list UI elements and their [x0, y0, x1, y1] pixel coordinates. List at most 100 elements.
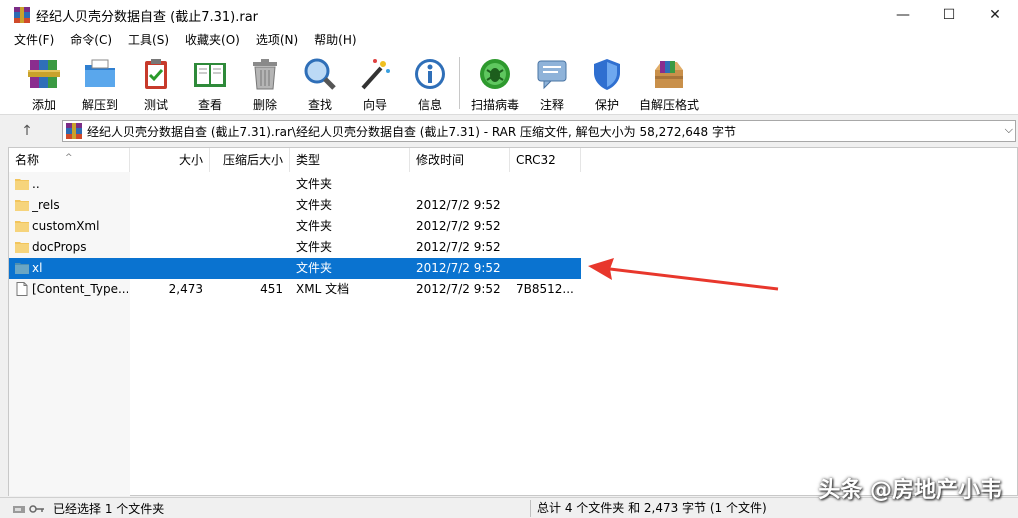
- file-crc32: 7B8512...: [516, 282, 574, 296]
- winrar-app-icon: [14, 7, 30, 23]
- minimize-button[interactable]: —: [880, 0, 926, 30]
- file-packed-size: [210, 216, 283, 237]
- file-size: [130, 258, 203, 279]
- file-crc32: [516, 216, 580, 237]
- wizard-button[interactable]: 向导: [347, 53, 403, 113]
- folder-icon: [15, 219, 29, 233]
- address-field[interactable]: 经纪人贝壳分数据自查 (截止7.31).rar\经纪人贝壳分数据自查 (截止7.…: [62, 120, 1016, 142]
- file-name: xl: [32, 261, 43, 275]
- column-header-crc32[interactable]: CRC32: [510, 148, 581, 172]
- protect-button-label: 保护: [594, 98, 619, 112]
- file-row[interactable]: _rels 文件夹 2012/7/2 9:52: [9, 195, 581, 216]
- file-size: 2,473: [168, 282, 203, 296]
- wizard-wand-icon: [357, 55, 393, 93]
- column-header-type[interactable]: 类型: [290, 148, 410, 172]
- file-name: customXml: [32, 219, 100, 233]
- delete-button-label: 删除: [252, 98, 277, 112]
- comment-button-label: 注释: [539, 98, 564, 112]
- column-header-name[interactable]: 名称 ^: [9, 148, 130, 172]
- menu-options[interactable]: 选项(N): [248, 30, 306, 51]
- status-divider: [530, 500, 531, 517]
- file-crc32: [516, 237, 580, 258]
- file-packed-size: 451: [260, 282, 283, 296]
- file-size: [130, 195, 203, 216]
- up-folder-button[interactable]: ↑: [14, 121, 40, 141]
- protect-button[interactable]: 保护: [579, 53, 635, 113]
- address-path: 经纪人贝壳分数据自查 (截止7.31).rar\经纪人贝壳分数据自查 (截止7.…: [87, 124, 737, 139]
- file-name: docProps: [32, 240, 87, 254]
- sfx-box-icon: [651, 55, 687, 93]
- file-size: [130, 216, 203, 237]
- arrow-up-icon: ↑: [21, 123, 33, 139]
- menu-file[interactable]: 文件(F): [6, 30, 62, 51]
- maximize-button[interactable]: ☐: [926, 0, 972, 30]
- folder-icon: [15, 240, 29, 254]
- add-button-label: 添加: [31, 98, 56, 112]
- total-status: 总计 4 个文件夹 和 2,473 字节 (1 个文件): [537, 501, 767, 515]
- file-modified: 2012/7/2 9:52: [416, 219, 501, 233]
- disk-icon: [13, 505, 25, 513]
- find-magnifier-icon: [302, 55, 338, 93]
- comment-button[interactable]: 注释: [524, 53, 580, 113]
- file-type: XML 文档: [296, 282, 350, 296]
- file-type: 文件夹: [296, 177, 333, 191]
- file-packed-size: [210, 195, 283, 216]
- file-modified: 2012/7/2 9:52: [416, 240, 501, 254]
- trash-bin-icon: [247, 55, 283, 93]
- delete-button[interactable]: 删除: [237, 53, 293, 113]
- test-button[interactable]: 测试: [128, 53, 184, 113]
- maximize-icon: ☐: [942, 7, 956, 23]
- add-archive-icon: [26, 55, 62, 93]
- extract-to-folder-icon: [82, 55, 118, 93]
- comment-icon: [534, 55, 570, 93]
- file-type: 文件夹: [296, 261, 333, 275]
- extract-to-button[interactable]: 解压到: [72, 53, 128, 113]
- file-row[interactable]: .. 文件夹: [9, 174, 581, 195]
- add-button[interactable]: 添加: [16, 53, 72, 113]
- menu-tools[interactable]: 工具(S): [120, 30, 177, 51]
- wizard-button-label: 向导: [362, 98, 387, 112]
- menu-help[interactable]: 帮助(H): [306, 30, 364, 51]
- find-button[interactable]: 查找: [292, 53, 348, 113]
- virus-scan-button[interactable]: 扫描病毒: [467, 53, 523, 113]
- test-clipboard-icon: [138, 55, 174, 93]
- file-row[interactable]: customXml 文件夹 2012/7/2 9:52: [9, 216, 581, 237]
- column-header-packed-size[interactable]: 压缩后大小: [210, 148, 290, 172]
- file-row[interactable]: [Content_Type... 2,473 451 XML 文档 2012/7/2 9…: [9, 279, 581, 300]
- close-icon: ✕: [989, 7, 1001, 23]
- sfx-button[interactable]: 自解压格式: [639, 53, 700, 113]
- file-size: [130, 174, 203, 195]
- menu-favorites[interactable]: 收藏夹(O): [177, 30, 248, 51]
- file-type: 文件夹: [296, 219, 333, 233]
- menu-commands[interactable]: 命令(C): [62, 30, 120, 51]
- file-packed-size: [210, 174, 283, 195]
- toolbar-separator: [459, 57, 460, 109]
- address-bar: ↑ 经纪人贝壳分数据自查 (截止7.31).rar\经纪人贝壳分数据自查 (截止…: [0, 117, 1018, 145]
- file-crc32: [516, 174, 580, 195]
- file-list: 名称 ^ 大小 压缩后大小 类型 修改时间 CRC32 .. 文件夹 _rels 文件…: [8, 147, 1018, 496]
- file-crc32: [516, 195, 580, 216]
- virus-scan-button-label: 扫描病毒: [470, 98, 519, 112]
- find-button-label: 查找: [307, 98, 332, 112]
- file-size: [130, 237, 203, 258]
- file-crc32: [516, 258, 580, 279]
- sfx-button-label: 自解压格式: [639, 98, 700, 112]
- file-document-icon: [15, 282, 29, 296]
- folder-icon: [15, 177, 29, 191]
- file-packed-size: [210, 237, 283, 258]
- annotation-arrow: [588, 258, 779, 291]
- view-button[interactable]: 查看: [182, 53, 238, 113]
- close-button[interactable]: ✕: [972, 0, 1018, 30]
- column-header-size[interactable]: 大小: [130, 148, 210, 172]
- column-header-modified[interactable]: 修改时间: [410, 148, 510, 172]
- title-bar: 经纪人贝壳分数据自查 (截止7.31).rar — ☐ ✕: [0, 0, 1018, 30]
- chevron-down-icon[interactable]: ⌵: [1005, 123, 1013, 137]
- selection-status: 已经选择 1 个文件夹: [53, 502, 165, 516]
- menu-bar: 文件(F) 命令(C) 工具(S) 收藏夹(O) 选项(N) 帮助(H): [0, 30, 1018, 51]
- file-row[interactable]: docProps 文件夹 2012/7/2 9:52: [9, 237, 581, 258]
- file-modified: 2012/7/2 9:52: [416, 198, 501, 212]
- info-button[interactable]: 信息: [402, 53, 458, 113]
- window-title: 经纪人贝壳分数据自查 (截止7.31).rar: [36, 9, 259, 25]
- file-row[interactable]: xl 文件夹 2012/7/2 9:52: [9, 258, 581, 279]
- folder-icon: [15, 198, 29, 212]
